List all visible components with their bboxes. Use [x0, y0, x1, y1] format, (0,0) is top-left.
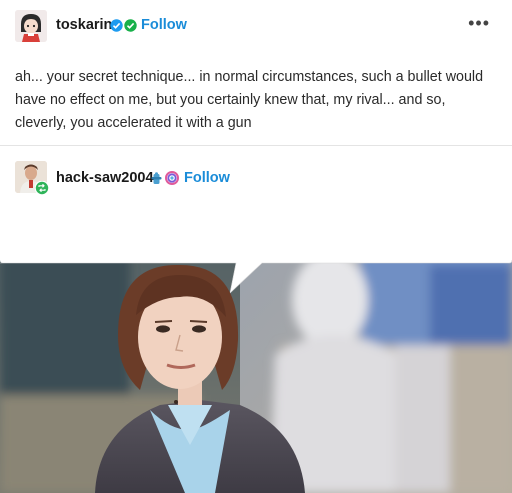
fire-hydrant-badge-icon [150, 172, 163, 185]
follow-button[interactable]: Follow [141, 17, 187, 33]
verified-green-badge-icon [124, 19, 137, 32]
author-avatar[interactable] [15, 10, 47, 42]
post-body-text: ah... your secret technique... in normal… [15, 69, 484, 131]
author-username[interactable]: toskarin [56, 17, 112, 33]
reblog-author-username[interactable]: hack-saw2004 [56, 170, 154, 186]
post-header: toskarin Follow ••• [0, 0, 512, 54]
post-photo [0, 205, 512, 493]
divider [0, 145, 512, 146]
reblog-badge-icon [34, 180, 50, 196]
verified-blue-badge-icon [110, 19, 123, 32]
ellipsis-icon[interactable]: ••• [468, 14, 490, 32]
reblog-follow-button[interactable]: Follow [184, 170, 230, 186]
post-image[interactable] [0, 205, 512, 493]
rainbow-circle-badge-icon [165, 171, 179, 185]
